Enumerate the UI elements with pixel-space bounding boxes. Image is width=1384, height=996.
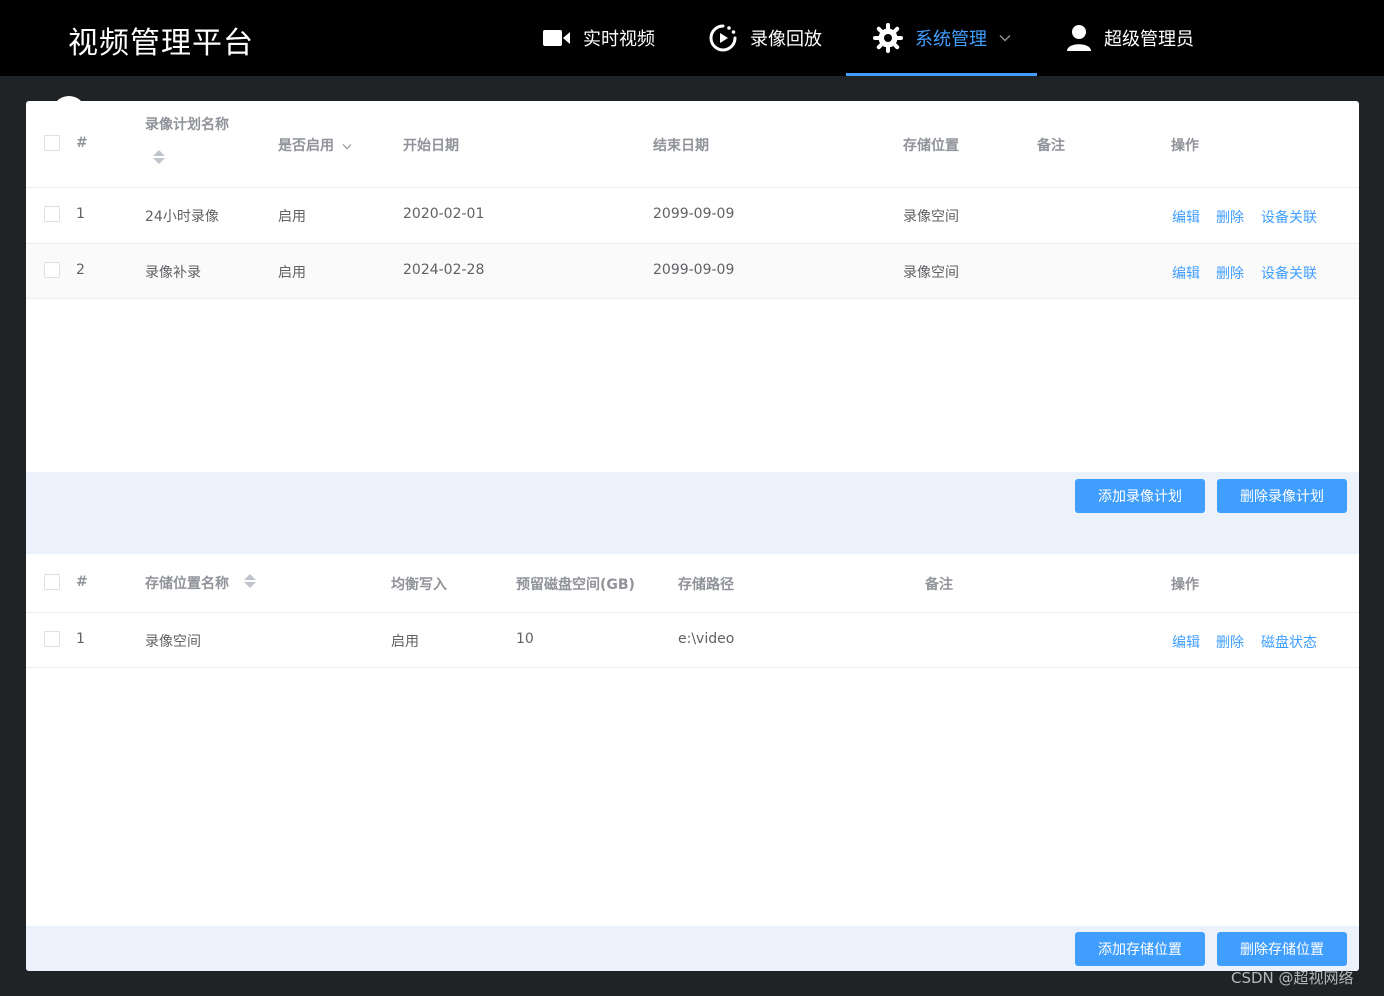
cell-balance-write: 启用 bbox=[391, 634, 419, 650]
storage-action-bar: 添加存储位置 删除存储位置 bbox=[26, 926, 1359, 971]
add-recording-plan-button[interactable]: 添加录像计划 bbox=[1075, 479, 1205, 513]
column-header-index: # bbox=[76, 574, 88, 590]
column-header-index: # bbox=[76, 135, 88, 151]
gear-icon bbox=[873, 23, 903, 53]
row-divider bbox=[26, 612, 1359, 613]
row-checkbox[interactable] bbox=[44, 262, 60, 278]
row-divider bbox=[26, 667, 1359, 668]
cell-enabled: 启用 bbox=[278, 265, 306, 281]
user-icon bbox=[1066, 24, 1092, 52]
row-checkbox[interactable] bbox=[44, 631, 60, 647]
cell-plan-name: 录像补录 bbox=[145, 265, 201, 281]
nav-label: 实时视频 bbox=[583, 29, 655, 50]
column-header-remark: 备注 bbox=[925, 577, 953, 593]
cell-index: 1 bbox=[76, 631, 85, 647]
cell-end-date: 2099-09-09 bbox=[653, 262, 735, 278]
app-title: 视频管理平台 bbox=[68, 26, 254, 61]
cell-start-date: 2024-02-28 bbox=[403, 262, 485, 278]
device-link-link[interactable]: 设备关联 bbox=[1261, 207, 1317, 227]
sort-icon[interactable] bbox=[153, 150, 165, 164]
cell-storage-path: e:\video bbox=[678, 631, 735, 647]
chevron-down-icon bbox=[999, 34, 1011, 42]
edit-link[interactable]: 编辑 bbox=[1172, 207, 1200, 227]
column-header-reserved-space: 预留磁盘空间(GB) bbox=[516, 577, 635, 593]
playback-icon bbox=[708, 23, 738, 53]
cell-end-date: 2099-09-09 bbox=[653, 206, 735, 222]
nav-label: 系统管理 bbox=[915, 29, 987, 50]
filter-chevron-icon[interactable] bbox=[342, 138, 352, 154]
disk-status-link[interactable]: 磁盘状态 bbox=[1261, 632, 1317, 652]
nav-playback[interactable]: 录像回放 bbox=[708, 0, 822, 76]
edit-link[interactable]: 编辑 bbox=[1172, 632, 1200, 652]
edit-link[interactable]: 编辑 bbox=[1172, 263, 1200, 283]
row-divider bbox=[26, 298, 1359, 299]
cell-reserved-space: 10 bbox=[516, 631, 534, 647]
column-header-actions: 操作 bbox=[1171, 138, 1199, 154]
column-header-storage-name[interactable]: 存储位置名称 bbox=[145, 573, 229, 593]
plan-action-bar: 添加录像计划 删除录像计划 bbox=[26, 472, 1359, 554]
nav-user-menu[interactable]: 超级管理员 bbox=[1066, 0, 1194, 76]
watermark: CSDN @超视网络 bbox=[1231, 969, 1354, 987]
nav-label: 录像回放 bbox=[750, 29, 822, 50]
column-header-storage-path: 存储路径 bbox=[678, 577, 734, 593]
row-divider bbox=[26, 187, 1359, 188]
column-header-remark: 备注 bbox=[1037, 138, 1065, 154]
device-link-link[interactable]: 设备关联 bbox=[1261, 263, 1317, 283]
nav-label: 超级管理员 bbox=[1104, 29, 1194, 50]
header-label: 是否启用 bbox=[278, 138, 334, 154]
row-checkbox[interactable] bbox=[44, 206, 60, 222]
cell-storage-name: 录像空间 bbox=[145, 634, 201, 650]
sort-icon[interactable] bbox=[244, 574, 256, 588]
add-storage-location-button[interactable]: 添加存储位置 bbox=[1075, 932, 1205, 966]
select-all-checkbox[interactable] bbox=[44, 574, 60, 590]
top-navbar: 视频管理平台 实时视频 录像回放 系统管理 超级管理员 bbox=[0, 0, 1384, 76]
cell-enabled: 启用 bbox=[278, 209, 306, 225]
column-header-storage: 存储位置 bbox=[903, 138, 959, 154]
main-panel: # 录像计划名称 是否启用 开始日期 结束日期 存储位置 备注 操作 1 24小… bbox=[26, 101, 1359, 971]
cell-index: 2 bbox=[76, 262, 85, 278]
delete-storage-location-button[interactable]: 删除存储位置 bbox=[1217, 932, 1347, 966]
nav-active-indicator bbox=[846, 73, 1037, 76]
column-header-balance-write: 均衡写入 bbox=[391, 577, 447, 593]
cell-index: 1 bbox=[76, 206, 85, 222]
nav-system-management[interactable]: 系统管理 bbox=[873, 0, 1011, 76]
delete-link[interactable]: 删除 bbox=[1216, 263, 1244, 283]
select-all-checkbox[interactable] bbox=[44, 135, 60, 151]
delete-link[interactable]: 删除 bbox=[1216, 632, 1244, 652]
cell-start-date: 2020-02-01 bbox=[403, 206, 485, 222]
delete-link[interactable]: 删除 bbox=[1216, 207, 1244, 227]
nav-live-video[interactable]: 实时视频 bbox=[543, 0, 655, 76]
column-header-enabled[interactable]: 是否启用 bbox=[278, 135, 352, 155]
column-header-start-date: 开始日期 bbox=[403, 138, 459, 154]
cell-plan-name: 24小时录像 bbox=[145, 209, 219, 225]
column-header-plan-name[interactable]: 录像计划名称 bbox=[145, 114, 229, 134]
column-header-actions: 操作 bbox=[1171, 577, 1199, 593]
column-header-end-date: 结束日期 bbox=[653, 138, 709, 154]
cell-storage: 录像空间 bbox=[903, 265, 959, 281]
cell-storage: 录像空间 bbox=[903, 209, 959, 225]
delete-recording-plan-button[interactable]: 删除录像计划 bbox=[1217, 479, 1347, 513]
video-camera-icon bbox=[543, 29, 571, 47]
